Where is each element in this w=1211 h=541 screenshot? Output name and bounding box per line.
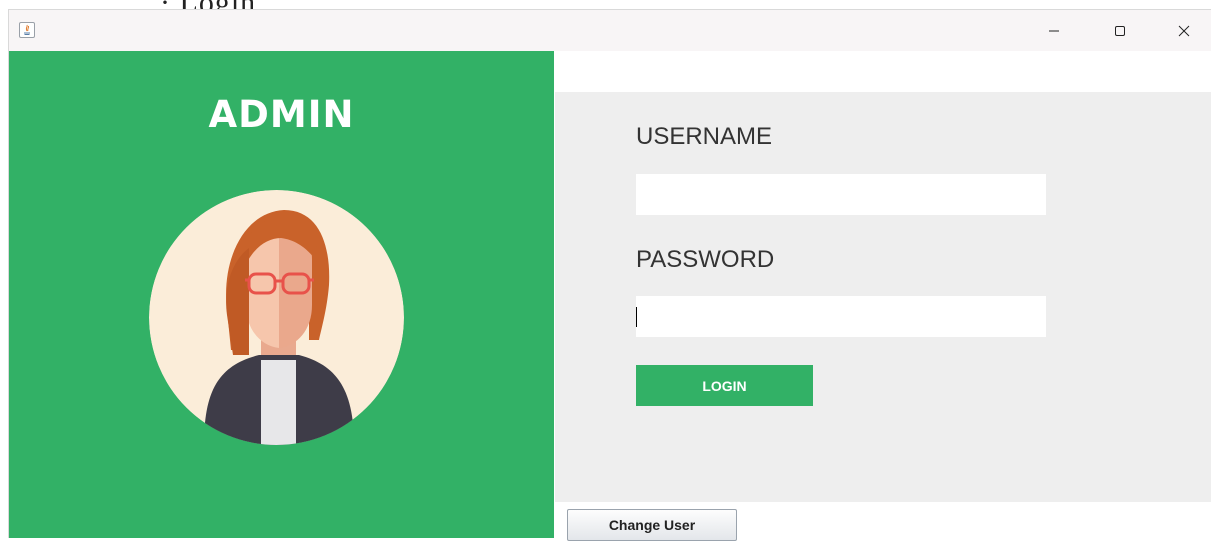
title-bar[interactable]	[9, 10, 1211, 51]
change-user-button[interactable]: Change User	[567, 509, 737, 541]
login-window: ADMIN USERNAME PASSWORD LOGIN Change Use…	[8, 9, 1211, 541]
admin-panel: ADMIN	[9, 51, 554, 538]
close-button[interactable]	[1161, 10, 1207, 51]
minimize-button[interactable]	[1031, 10, 1077, 51]
password-label: PASSWORD	[636, 246, 775, 273]
username-label: USERNAME	[636, 123, 773, 150]
maximize-icon	[1115, 25, 1125, 36]
close-icon	[1178, 25, 1190, 36]
admin-title: ADMIN	[208, 93, 355, 136]
maximize-button[interactable]	[1097, 10, 1143, 51]
password-input[interactable]	[636, 296, 1046, 337]
java-app-icon	[19, 22, 35, 38]
login-button[interactable]: LOGIN	[636, 365, 813, 406]
minimize-icon	[1049, 30, 1059, 31]
text-caret	[636, 307, 637, 327]
admin-avatar	[149, 190, 404, 445]
login-form-panel: USERNAME PASSWORD LOGIN	[555, 92, 1211, 502]
username-input[interactable]	[636, 174, 1046, 215]
